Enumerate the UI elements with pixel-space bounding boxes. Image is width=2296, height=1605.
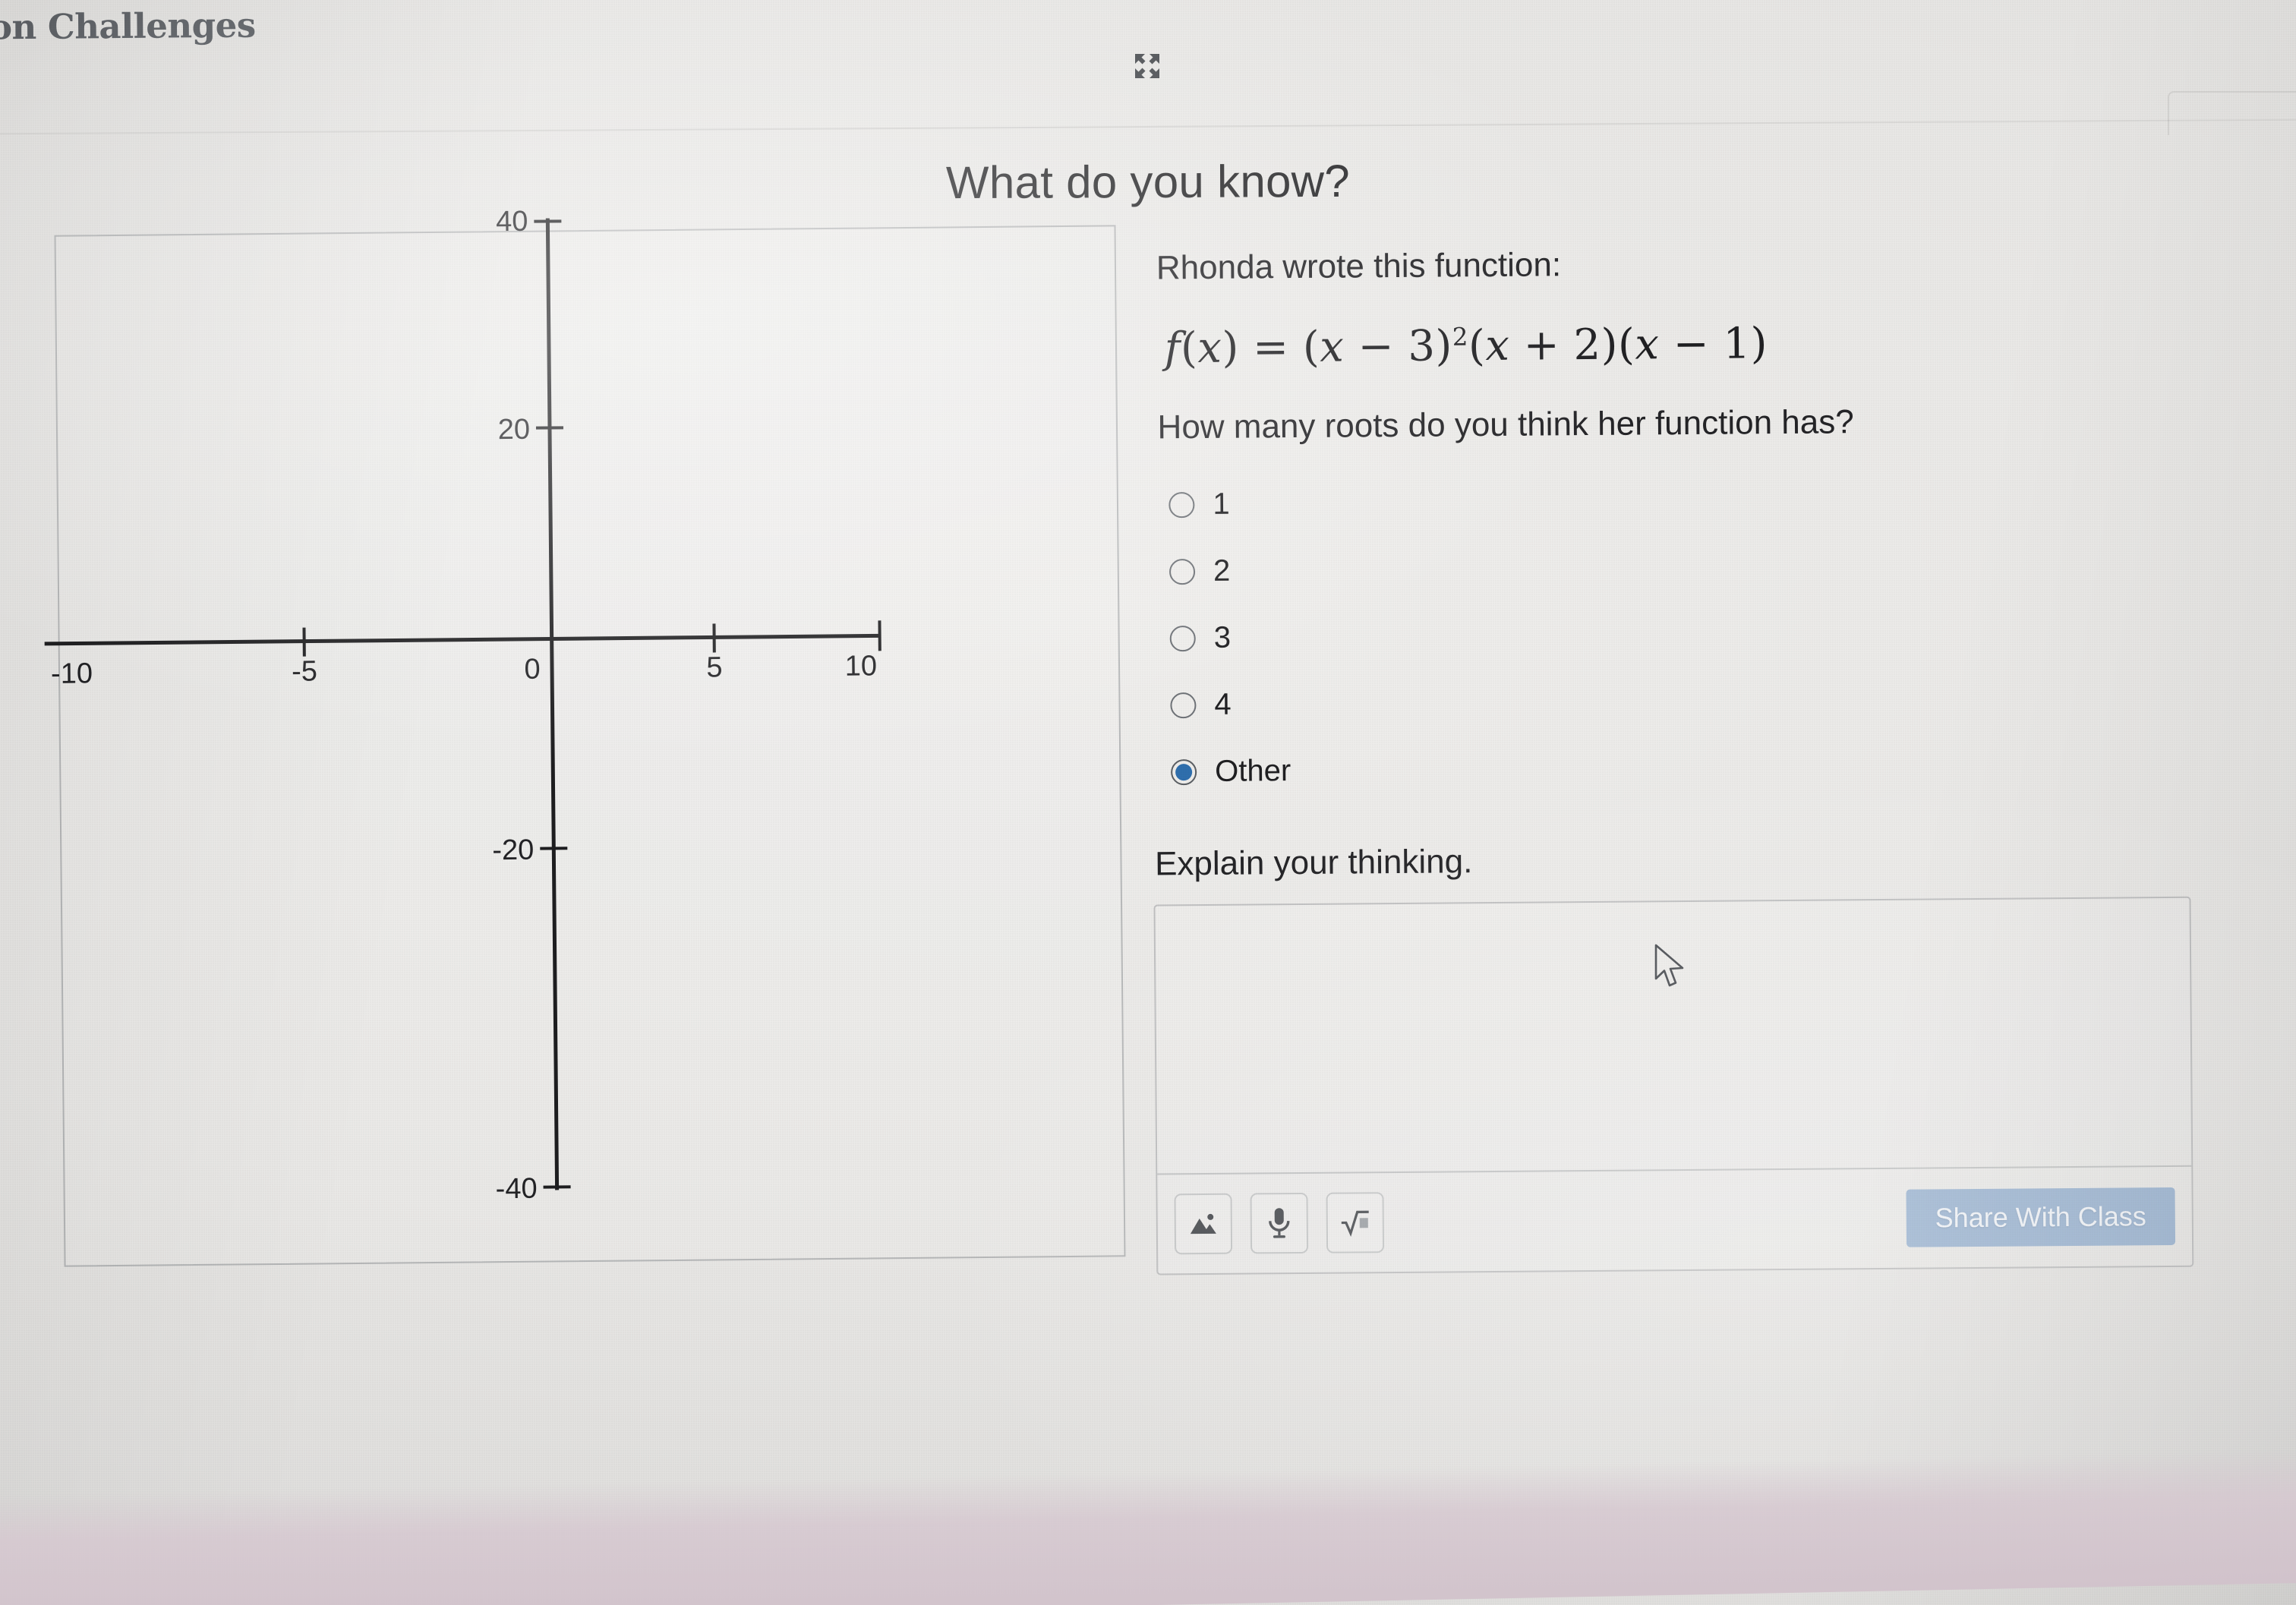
formula-one: 1 (1723, 319, 1751, 369)
answer-toolbar: Share With Class (1157, 1165, 2193, 1274)
radio-option-1[interactable]: 1 (1168, 474, 2206, 528)
question-intro: Rhonda wrote this function: (1156, 246, 1562, 287)
header-divider (0, 118, 2296, 135)
x-axis (44, 633, 880, 646)
x-label-neg10: -10 (51, 657, 93, 690)
formula-three: 3 (1408, 321, 1436, 371)
y-label-40: 40 (496, 206, 528, 238)
formula-open-paren-2: ( (1302, 322, 1320, 372)
panel-edge-decoration (2168, 91, 2296, 135)
square-root-math-icon (1339, 1207, 1371, 1238)
radio-option-label: 4 (1214, 687, 1232, 721)
radio-circle-icon[interactable] (1170, 692, 1197, 718)
radio-circle-selected-icon[interactable] (1171, 758, 1197, 785)
radio-option-label: 1 (1213, 487, 1230, 521)
question-prompt: How many roots do you think her function… (1157, 403, 1854, 446)
insert-math-button[interactable] (1326, 1192, 1385, 1253)
radio-option-label: Other (1214, 754, 1292, 788)
radio-circle-icon[interactable] (1168, 491, 1195, 518)
image-icon (1188, 1210, 1219, 1238)
formula-open-paren-3: ( (1468, 321, 1486, 371)
voice-record-button[interactable] (1250, 1192, 1309, 1254)
x-label-5: 5 (706, 651, 723, 683)
formula-x-1: x (1197, 323, 1222, 374)
x-label-neg5: -5 (292, 655, 317, 687)
formula-close-paren-4: ) (1750, 319, 1768, 369)
y-label-neg40: -40 (495, 1173, 537, 1206)
formula-exponent: 2 (1452, 322, 1469, 352)
coordinate-plane-graph[interactable]: 40 20 -20 -40 -10 -5 0 5 10 (44, 206, 1124, 1265)
formula-equals: = (1252, 323, 1289, 373)
insert-image-button[interactable] (1174, 1193, 1233, 1255)
formula-f: f (1164, 323, 1181, 374)
fullscreen-expand-icon[interactable] (1125, 44, 1169, 88)
formula-close-paren-3: ) (1601, 320, 1619, 370)
radio-circle-icon[interactable] (1168, 558, 1196, 585)
formula-open-paren-4: ( (1617, 320, 1635, 370)
share-with-class-button[interactable]: Share With Class (1906, 1187, 2176, 1247)
formula-x-3: x (1485, 320, 1510, 371)
microphone-icon (1266, 1206, 1292, 1240)
formula-x-4: x (1635, 320, 1660, 370)
y-label-20: 20 (498, 414, 531, 446)
radio-option-label: 2 (1213, 553, 1231, 588)
graph-panel[interactable]: 40 20 -20 -40 -10 -5 0 5 10 (44, 206, 1126, 1267)
formula-close-paren-1: ) (1222, 323, 1240, 373)
answer-box: Share With Class (1153, 896, 2194, 1275)
function-formula: f(x) = (x − 3)2(x + 2)(x − 1) (1164, 316, 2204, 374)
radio-option-2[interactable]: 2 (1168, 541, 2206, 595)
formula-plus: + (1523, 320, 1560, 371)
answer-options-list: 1 2 3 4 Other (1168, 474, 2208, 796)
page-title: What do you know? (945, 155, 1351, 209)
radio-circle-icon[interactable] (1169, 625, 1196, 651)
app-screen: on Challenges What do you know? 40 20 -2… (0, 0, 2296, 1605)
radio-option-3[interactable]: 3 (1169, 607, 2207, 662)
y-label-neg20: -20 (492, 834, 534, 867)
formula-open-paren-1: ( (1180, 323, 1198, 374)
formula-two: 2 (1573, 320, 1601, 371)
explain-label: Explain your thinking. (1154, 843, 1473, 883)
radio-option-other[interactable]: Other (1171, 741, 2208, 796)
formula-x-2: x (1319, 322, 1345, 372)
app-title: on Challenges (0, 5, 256, 48)
y-axis (545, 218, 560, 1190)
radio-option-label: 3 (1213, 620, 1232, 654)
question-panel: Rhonda wrote this function: f(x) = (x − … (1153, 239, 2212, 1275)
formula-close-paren-2: ) (1435, 321, 1453, 371)
x-label-0: 0 (524, 654, 541, 686)
radio-option-4[interactable]: 4 (1170, 674, 2207, 729)
formula-minus-1: − (1358, 321, 1395, 372)
formula-minus-2: − (1673, 319, 1710, 370)
x-label-10: 10 (845, 650, 878, 682)
explanation-textarea[interactable] (1156, 898, 2192, 1174)
